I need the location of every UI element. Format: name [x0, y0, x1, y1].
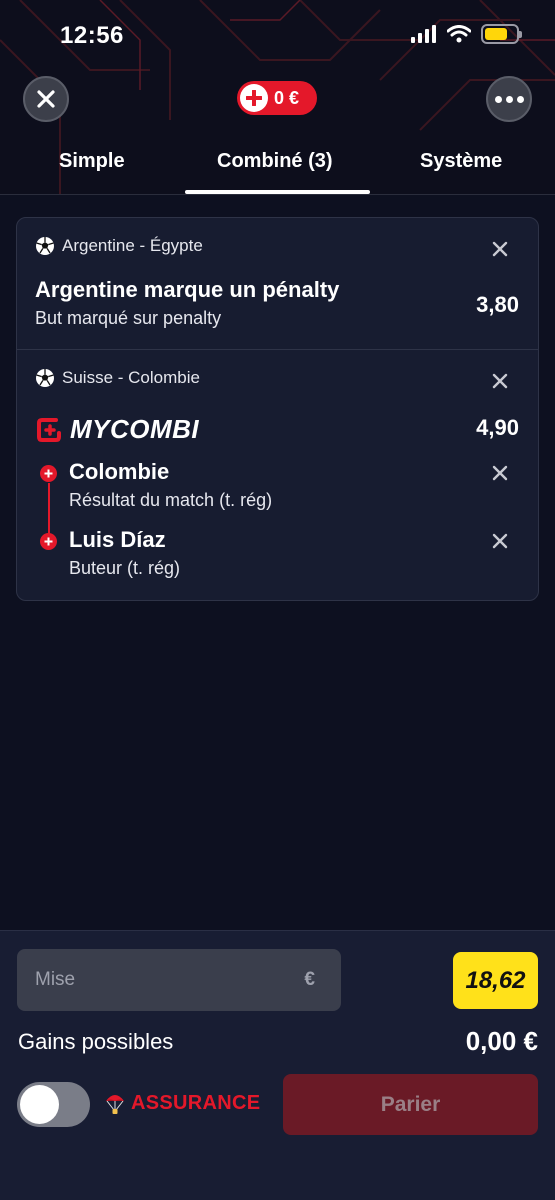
active-tab-indicator: [185, 190, 370, 194]
betslip-screen: 12:56 0 € Simple Combiné (3) Système Arg…: [0, 0, 555, 1200]
stake-placeholder: Mise: [35, 969, 76, 990]
close-icon: [492, 241, 508, 257]
mycombi-icon: [37, 417, 61, 442]
mycombi-logo: MYCOMBI: [36, 414, 199, 445]
divider: [17, 349, 538, 350]
bet-type-tabs: Simple Combiné (3) Système: [0, 140, 555, 195]
potential-gains-label: Gains possibles: [18, 1029, 174, 1054]
signal-icon: [411, 25, 436, 43]
betslip-footer: Mise € 18,62 Gains possibles 0,00 € ASSU…: [0, 930, 555, 1200]
leg-selection: Colombie: [69, 459, 170, 484]
more-icon: [494, 95, 524, 103]
balance-badge[interactable]: 0 €: [237, 81, 317, 115]
insurance-label: ASSURANCE: [104, 1091, 260, 1115]
stake-input[interactable]: Mise €: [17, 949, 341, 1011]
toggle-knob: [20, 1085, 59, 1124]
balance-amount: 0 €: [274, 87, 300, 108]
bet-selections-card: Argentine - Égypte Argentine marque un p…: [16, 217, 539, 601]
plus-icon: [240, 84, 268, 112]
insurance-toggle[interactable]: [17, 1082, 90, 1127]
mycombi-text: MYCOMBI: [70, 414, 200, 444]
parachute-icon: [106, 1095, 124, 1114]
leg-market: Résultat du match (t. rég): [69, 490, 273, 510]
insurance-text: ASSURANCE: [131, 1091, 261, 1114]
event-name: Argentine - Égypte: [62, 236, 203, 255]
plus-icon: [40, 465, 57, 482]
tab-systeme[interactable]: Système: [420, 150, 502, 173]
selection-title: Argentine marque un pénalty: [35, 277, 340, 302]
event-header: Argentine - Égypte: [35, 236, 203, 256]
tab-combine[interactable]: Combiné (3): [217, 150, 333, 173]
potential-gains-value: 0,00 €: [465, 1026, 538, 1056]
total-odds-badge: 18,62: [453, 952, 538, 1009]
currency-symbol: €: [304, 969, 315, 990]
event-name: Suisse - Colombie: [62, 368, 200, 387]
close-button[interactable]: [23, 76, 69, 122]
close-icon: [492, 373, 508, 389]
leg-selection: Luis Díaz: [69, 527, 166, 552]
tab-simple[interactable]: Simple: [59, 150, 125, 173]
selection-odds: 3,80: [476, 292, 519, 317]
remove-bet-button[interactable]: [489, 238, 511, 260]
close-icon: [492, 465, 508, 481]
remove-leg-button[interactable]: [489, 462, 511, 484]
football-icon: [36, 237, 54, 255]
more-options-button[interactable]: [486, 76, 532, 122]
close-icon: [492, 533, 508, 549]
selection-market: But marqué sur penalty: [35, 308, 222, 328]
battery-icon: [481, 24, 522, 44]
close-icon: [37, 90, 55, 108]
status-icons: [411, 24, 522, 44]
event-header: Suisse - Colombie: [35, 368, 200, 388]
plus-icon: [40, 533, 57, 550]
leg-market: Buteur (t. rég): [69, 558, 181, 578]
status-time: 12:56: [60, 22, 124, 49]
remove-bet-button[interactable]: [489, 370, 511, 392]
place-bet-button[interactable]: Parier: [283, 1074, 538, 1135]
combi-odds: 4,90: [476, 415, 519, 440]
football-icon: [36, 369, 54, 387]
remove-leg-button[interactable]: [489, 530, 511, 552]
wifi-icon: [447, 25, 471, 43]
